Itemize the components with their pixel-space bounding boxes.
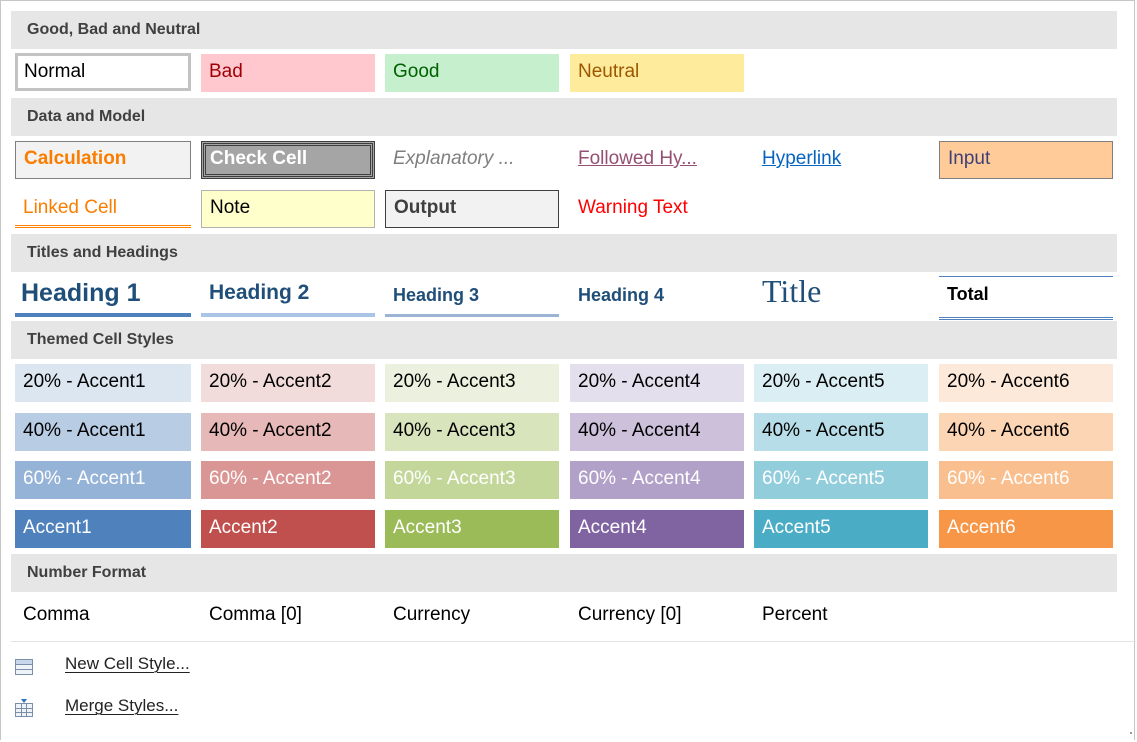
style-heading-1[interactable]: Heading 1 — [15, 273, 191, 317]
style-neutral[interactable]: Neutral — [570, 54, 744, 92]
style-40-accent2[interactable]: 40% - Accent2 — [201, 413, 375, 451]
style-normal[interactable]: Normal — [15, 53, 191, 91]
style-explanatory[interactable]: Explanatory ... — [385, 141, 559, 179]
style-heading-2[interactable]: Heading 2 — [201, 273, 375, 317]
section-header-themed: Themed Cell Styles — [11, 321, 1117, 359]
style-20-accent5[interactable]: 20% - Accent5 — [754, 364, 928, 402]
style-warning-text[interactable]: Warning Text — [570, 190, 744, 228]
style-note[interactable]: Note — [201, 190, 375, 228]
style-currency[interactable]: Currency — [385, 597, 559, 635]
style-40-accent6[interactable]: 40% - Accent6 — [939, 413, 1113, 451]
new-cell-style-label: New Cell Style... — [65, 654, 190, 673]
style-good[interactable]: Good — [385, 54, 559, 92]
style-20-accent4[interactable]: 20% - Accent4 — [570, 364, 744, 402]
cell-styles-gallery: Good, Bad and Neutral Normal Bad Good Ne… — [0, 0, 1136, 740]
style-40-accent4[interactable]: 40% - Accent4 — [570, 413, 744, 451]
style-heading-4[interactable]: Heading 4 — [570, 273, 744, 317]
style-60-accent3[interactable]: 60% - Accent3 — [385, 461, 559, 499]
section-header-data-model: Data and Model — [11, 98, 1117, 136]
style-check-cell[interactable]: Check Cell — [201, 141, 375, 179]
merge-styles-icon — [15, 697, 33, 717]
new-cell-style-icon — [15, 655, 33, 675]
style-accent1[interactable]: Accent1 — [15, 510, 191, 548]
style-linked-cell[interactable]: Linked Cell — [15, 190, 191, 228]
style-20-accent3[interactable]: 20% - Accent3 — [385, 364, 559, 402]
style-60-accent6[interactable]: 60% - Accent6 — [939, 461, 1113, 499]
style-bad[interactable]: Bad — [201, 54, 375, 92]
merge-styles-menu-item[interactable]: Merge Styles... — [15, 691, 275, 721]
style-followed-hyperlink[interactable]: Followed Hy... — [570, 141, 744, 179]
style-60-accent5[interactable]: 60% - Accent5 — [754, 461, 928, 499]
style-60-accent2[interactable]: 60% - Accent2 — [201, 461, 375, 499]
merge-styles-label: Merge Styles... — [65, 696, 179, 715]
style-title[interactable]: Title — [754, 273, 928, 317]
section-header-good-bad-neutral: Good, Bad and Neutral — [11, 11, 1117, 49]
style-40-accent3[interactable]: 40% - Accent3 — [385, 413, 559, 451]
new-cell-style-menu-item[interactable]: New Cell Style... — [15, 649, 275, 679]
style-total[interactable]: Total — [939, 276, 1113, 320]
style-comma[interactable]: Comma — [15, 597, 191, 635]
style-60-accent1[interactable]: 60% - Accent1 — [15, 461, 191, 499]
style-40-accent1[interactable]: 40% - Accent1 — [15, 413, 191, 451]
style-currency-0[interactable]: Currency [0] — [570, 597, 744, 635]
style-accent5[interactable]: Accent5 — [754, 510, 928, 548]
style-40-accent5[interactable]: 40% - Accent5 — [754, 413, 928, 451]
style-hyperlink[interactable]: Hyperlink — [754, 141, 928, 179]
style-20-accent2[interactable]: 20% - Accent2 — [201, 364, 375, 402]
style-output[interactable]: Output — [385, 190, 559, 228]
style-heading-3[interactable]: Heading 3 — [385, 273, 559, 317]
section-header-titles-headings: Titles and Headings — [11, 234, 1117, 272]
style-comma-0[interactable]: Comma [0] — [201, 597, 375, 635]
style-input[interactable]: Input — [939, 141, 1113, 179]
style-accent3[interactable]: Accent3 — [385, 510, 559, 548]
style-percent[interactable]: Percent — [754, 597, 928, 635]
style-20-accent1[interactable]: 20% - Accent1 — [15, 364, 191, 402]
style-accent4[interactable]: Accent4 — [570, 510, 744, 548]
style-20-accent6[interactable]: 20% - Accent6 — [939, 364, 1113, 402]
style-calculation[interactable]: Calculation — [15, 141, 191, 179]
resize-grip[interactable] — [1130, 732, 1132, 734]
menu-divider — [11, 641, 1136, 642]
section-header-number-format: Number Format — [11, 554, 1117, 592]
style-accent2[interactable]: Accent2 — [201, 510, 375, 548]
style-accent6[interactable]: Accent6 — [939, 510, 1113, 548]
style-60-accent4[interactable]: 60% - Accent4 — [570, 461, 744, 499]
